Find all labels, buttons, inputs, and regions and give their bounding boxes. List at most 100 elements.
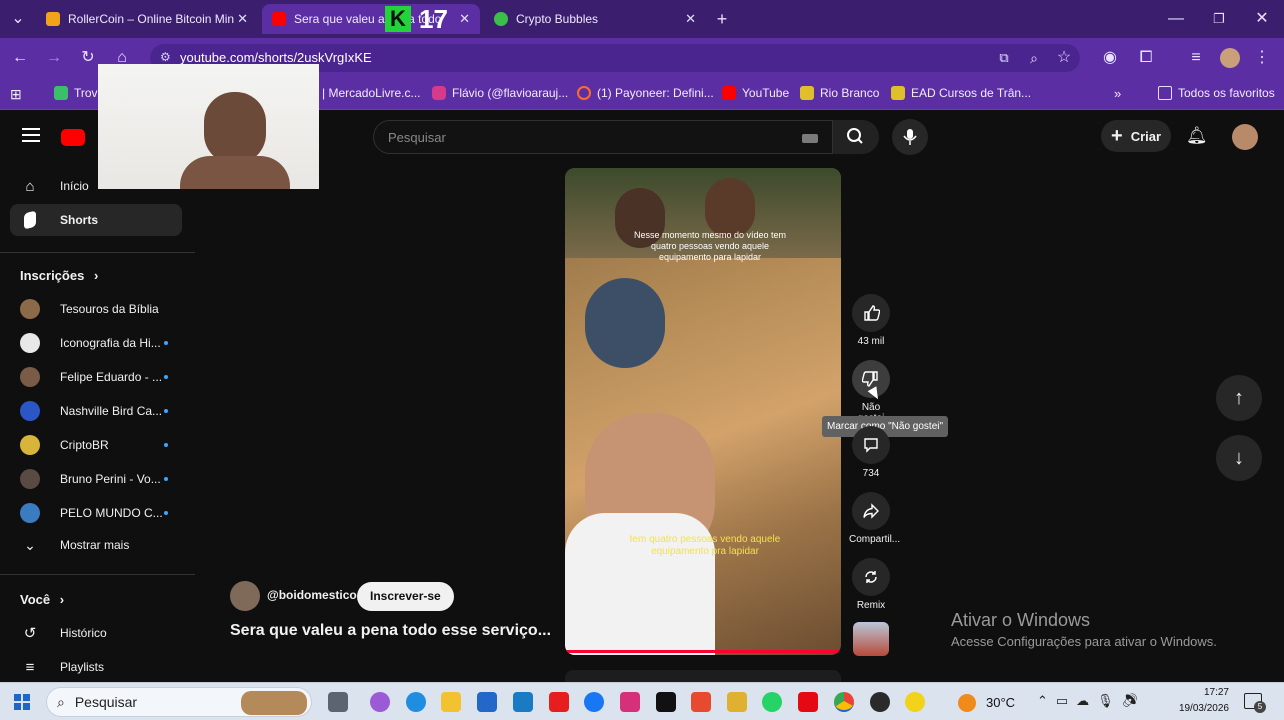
copilot-icon[interactable]: [370, 692, 390, 712]
channel-name[interactable]: @boidomestico: [267, 588, 357, 602]
browser-menu-icon[interactable]: ⋮: [1252, 48, 1272, 68]
notifications-bell-icon[interactable]: 🔔︎: [1186, 126, 1208, 146]
short-title[interactable]: Sera que valeu a pena todo esse serviço.…: [230, 622, 551, 640]
file-explorer-icon[interactable]: [441, 692, 461, 712]
chrome-icon[interactable]: [834, 692, 854, 712]
channel-avatar[interactable]: [230, 581, 260, 611]
bookmark-item[interactable]: Flávio (@flavioarauj...: [432, 86, 568, 100]
forward-button[interactable]: →: [44, 48, 64, 68]
comments-button[interactable]: 734: [851, 426, 891, 479]
weather-icon[interactable]: [958, 694, 976, 712]
next-short-button[interactable]: ↓: [1216, 435, 1262, 481]
bookmark-item[interactable]: Rio Branco: [800, 86, 879, 100]
app-yellow-icon[interactable]: [905, 692, 925, 712]
x-twitter-icon[interactable]: [656, 692, 676, 712]
new-content-dot: [164, 443, 168, 447]
previous-short-button[interactable]: ↑: [1216, 375, 1262, 421]
remix-button[interactable]: Remix: [851, 558, 891, 611]
tab-crypto-bubbles[interactable]: Crypto Bubbles ✕: [484, 4, 706, 34]
bookmark-label: EAD Cursos de Trân...: [911, 86, 1032, 100]
share-button[interactable]: Compartil...: [849, 492, 900, 545]
tab-search-icon[interactable]: ⌄: [8, 9, 28, 29]
sidebar-item-history[interactable]: ↺ Histórico: [20, 618, 180, 648]
minimize-button[interactable]: —: [1166, 9, 1186, 29]
sidebar-subscription-item[interactable]: Bruno Perini - Vo...: [20, 464, 180, 494]
youtube-icon: [722, 86, 736, 100]
netflix-icon[interactable]: [798, 692, 818, 712]
voice-search-button[interactable]: [892, 119, 928, 155]
site-info-icon[interactable]: ⚙: [160, 50, 171, 64]
subscribe-button[interactable]: Inscrever-se: [357, 582, 454, 611]
new-tab-button[interactable]: +: [712, 9, 732, 29]
task-view-icon[interactable]: [328, 692, 348, 712]
bookmark-star-icon[interactable]: ☆: [1054, 48, 1074, 68]
edge-icon[interactable]: [406, 692, 426, 712]
next-short-preview[interactable]: [565, 670, 841, 682]
search-placeholder: Pesquisar: [388, 130, 446, 145]
playlists-icon: ≡: [25, 658, 35, 676]
notes-app-icon[interactable]: [727, 692, 747, 712]
extensions-puzzle-icon[interactable]: ⧠: [1136, 48, 1156, 68]
system-tray-icons[interactable]: ⌃▭☁🎙︎🔊︎: [1037, 693, 1146, 709]
like-button[interactable]: 43 mil: [851, 294, 891, 347]
video-progress-bar[interactable]: [565, 650, 841, 653]
search-input[interactable]: Pesquisar: [373, 120, 833, 154]
close-tab-icon[interactable]: ✕: [459, 11, 470, 27]
bookmark-label: Todos os favoritos: [1178, 86, 1275, 100]
search-button[interactable]: [833, 120, 879, 154]
bookmark-item[interactable]: (1) Payoneer: Defini...: [577, 86, 714, 100]
you-header[interactable]: Você ›: [20, 592, 64, 607]
sidebar-item-playlists[interactable]: ≡ Playlists: [20, 652, 180, 682]
clock-time[interactable]: 17:27: [1185, 687, 1229, 698]
facebook-icon[interactable]: [584, 692, 604, 712]
profile-avatar[interactable]: [1220, 48, 1240, 68]
all-bookmarks-folder[interactable]: Todos os favoritos: [1158, 86, 1275, 100]
instagram-app-icon[interactable]: [620, 692, 640, 712]
install-app-icon[interactable]: ⧉: [994, 48, 1014, 68]
back-button[interactable]: ←: [10, 48, 30, 68]
outlook-icon[interactable]: [513, 692, 533, 712]
bookmark-item[interactable]: Trov: [54, 86, 98, 100]
taskbar-search[interactable]: ⌕ Pesquisar: [46, 687, 312, 717]
maximize-button[interactable]: ❐: [1209, 9, 1229, 29]
app-dark-icon[interactable]: [870, 692, 890, 712]
subscriptions-header[interactable]: Inscrições ›: [20, 268, 98, 283]
bookmark-item[interactable]: | MercadoLivre.c...: [322, 86, 420, 100]
sidebar-subscription-item[interactable]: Nashville Bird Ca...: [20, 396, 180, 426]
account-avatar[interactable]: [1232, 124, 1258, 150]
sidebar-subscription-item[interactable]: PELO MUNDO C...: [20, 498, 180, 528]
show-more-button[interactable]: ⌄ Mostrar mais: [20, 530, 180, 560]
apps-grid-icon[interactable]: ⊞: [10, 86, 22, 103]
subscription-name: CriptoBR: [60, 438, 109, 452]
youtube-app-icon[interactable]: [549, 692, 569, 712]
whatsapp-icon[interactable]: [762, 692, 782, 712]
close-window-button[interactable]: ✕: [1252, 9, 1272, 29]
comment-icon: [852, 426, 890, 464]
reload-button[interactable]: ↻: [78, 48, 98, 68]
sound-thumbnail[interactable]: [853, 622, 889, 656]
weather-temperature[interactable]: 30°C: [986, 695, 1015, 710]
more-bookmarks-icon[interactable]: »: [1114, 86, 1121, 101]
reading-list-icon[interactable]: ≡: [1186, 48, 1206, 68]
bookmark-item[interactable]: YouTube: [722, 86, 789, 100]
store-icon[interactable]: [477, 692, 497, 712]
clock-date[interactable]: 19/03/2026: [1167, 703, 1229, 714]
create-button[interactable]: + Criar: [1101, 120, 1171, 152]
windows-start-icon[interactable]: [14, 694, 30, 710]
bookmark-item[interactable]: EAD Cursos de Trân...: [891, 86, 1031, 100]
close-tab-icon[interactable]: ✕: [237, 11, 248, 27]
sidebar-subscription-item[interactable]: Iconografia da Hi...: [20, 328, 180, 358]
tab-rollercoin[interactable]: RollerCoin – Online Bitcoin Min ✕: [36, 4, 258, 34]
extension-icon[interactable]: ◉: [1100, 48, 1120, 68]
zoom-icon[interactable]: ⌕: [1024, 48, 1044, 68]
close-tab-icon[interactable]: ✕: [685, 11, 696, 27]
keyboard-icon[interactable]: [802, 134, 818, 143]
sidebar-subscription-item[interactable]: CriptoBR: [20, 430, 180, 460]
windows-taskbar: ⌕ Pesquisar 30°C ⌃▭☁🎙︎🔊︎ 17:27 19/03/2026…: [0, 682, 1284, 720]
app-icon[interactable]: [691, 692, 711, 712]
sidebar-subscription-item[interactable]: Tesouros da Bíblia: [20, 294, 180, 324]
taskbar-search-label: Pesquisar: [74, 694, 138, 710]
sidebar-item-shorts[interactable]: Shorts: [10, 204, 182, 236]
sidebar-subscription-item[interactable]: Felipe Eduardo - ...: [20, 362, 180, 392]
short-video-player[interactable]: Nesse momento mesmo do vídeo tem quatro …: [565, 168, 841, 655]
